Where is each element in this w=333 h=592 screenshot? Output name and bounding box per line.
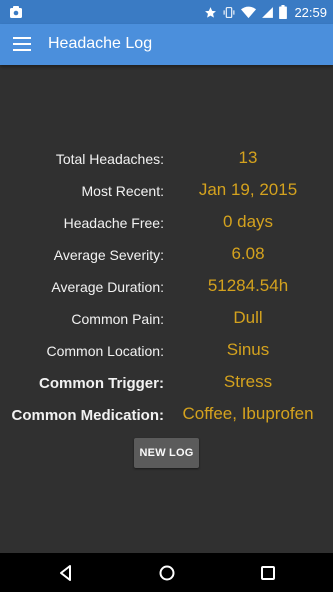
cellular-icon: [262, 6, 274, 18]
hamburger-menu-icon[interactable]: [13, 37, 31, 51]
stat-label: Headache Free:: [63, 215, 164, 231]
vibrate-icon: [224, 6, 235, 18]
status-icons: 22:59: [204, 3, 327, 21]
stat-row-total-headaches: Total Headaches: 13: [0, 143, 333, 175]
battery-icon: [279, 5, 288, 19]
stat-row-headache-free: Headache Free: 0 days: [0, 207, 333, 239]
stat-row-most-recent: Most Recent: Jan 19, 2015: [0, 175, 333, 207]
wifi-icon: [241, 6, 257, 18]
stat-value: Coffee, Ibuprofen: [182, 404, 314, 423]
stat-value: 6.08: [231, 244, 265, 263]
notification-icon: [10, 6, 22, 18]
stat-label: Common Location:: [46, 343, 164, 359]
stat-row-average-duration: Average Duration: 51284.54h: [0, 271, 333, 303]
stat-label: Average Duration:: [51, 279, 164, 295]
star-icon: [205, 6, 217, 18]
stat-row-common-pain: Common Pain: Dull: [0, 303, 333, 335]
stat-row-common-medication: Common Medication: Coffee, Ibuprofen: [0, 399, 333, 431]
stat-label: Common Medication:: [11, 407, 165, 424]
home-icon[interactable]: [156, 562, 178, 584]
stat-value: 0 days: [222, 212, 274, 231]
stat-row-common-location: Common Location: Sinus: [0, 335, 333, 367]
stat-label: Average Severity:: [53, 247, 164, 263]
status-bar: 22:59: [0, 0, 333, 24]
new-log-button[interactable]: NEW LOG: [134, 438, 199, 468]
app-title: Headache Log: [48, 35, 153, 52]
stat-value: Stress: [223, 372, 273, 391]
stat-label: Common Pain:: [71, 311, 164, 327]
stat-value: Jan 19, 2015: [198, 180, 298, 199]
navigation-bar: [0, 553, 333, 592]
back-icon[interactable]: [55, 562, 77, 584]
stat-value: 13: [238, 148, 258, 167]
stat-row-average-severity: Average Severity: 6.08: [0, 239, 333, 271]
stat-value: Dull: [233, 308, 263, 327]
status-time: 22:59: [294, 4, 327, 20]
recents-icon[interactable]: [257, 562, 279, 584]
stats-list: Total Headaches: 13 Most Recent: Jan 19,…: [0, 143, 333, 431]
app-bar: Headache Log: [0, 24, 333, 65]
stat-row-common-trigger: Common Trigger: Stress: [0, 367, 333, 399]
stat-label: Most Recent:: [81, 183, 164, 199]
main-content: Total Headaches: 13 Most Recent: Jan 19,…: [0, 65, 333, 553]
stat-value: Sinus: [226, 340, 270, 359]
stat-label: Common Trigger:: [38, 375, 164, 392]
stat-label: Total Headaches:: [55, 151, 164, 167]
stat-value: 51284.54h: [207, 276, 289, 295]
